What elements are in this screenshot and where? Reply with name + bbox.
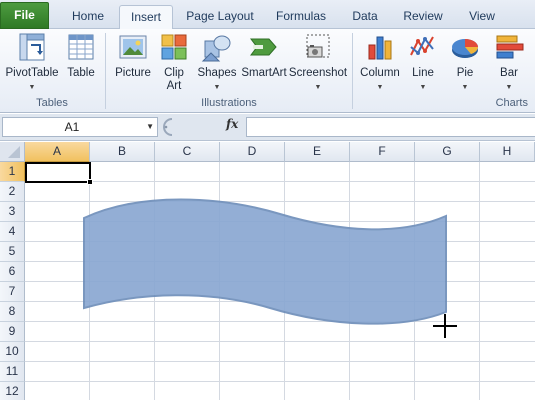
crosshair-cursor-icon <box>433 314 457 338</box>
shapes-label: Shapes <box>197 67 237 79</box>
column-header-e[interactable]: E <box>285 142 350 162</box>
bar-dropdown-icon: ▼ <box>505 84 513 91</box>
row-header-4[interactable]: 4 <box>0 222 25 242</box>
pie-dropdown-icon: ▼ <box>461 84 469 91</box>
tab-insert[interactable]: Insert <box>119 5 173 30</box>
table-button[interactable]: Table <box>62 31 100 80</box>
select-all-corner[interactable] <box>0 142 25 162</box>
line-chart-label: Line <box>412 67 434 79</box>
picture-button[interactable]: Picture <box>112 31 154 80</box>
formula-input[interactable] <box>246 117 535 137</box>
row-header-7[interactable]: 7 <box>0 282 25 302</box>
pie-chart-label: Pie <box>456 67 474 79</box>
chevron-down-icon[interactable]: ▼ <box>146 118 154 136</box>
column-header-d[interactable]: D <box>220 142 285 162</box>
row-header-5[interactable]: 5 <box>0 242 25 262</box>
clip-art-label: Clip Art <box>156 67 192 93</box>
line-chart-icon <box>407 31 439 63</box>
row-header-6[interactable]: 6 <box>0 262 25 282</box>
column-chart-button[interactable]: Column ▼ <box>356 31 404 94</box>
pivottable-label: PivotTable <box>5 67 59 79</box>
column-header-f[interactable]: F <box>350 142 415 162</box>
ribbon-insert-panel: PivotTable ▼ Table Tables Picture Clip A… <box>0 29 535 113</box>
bar-chart-button[interactable]: Bar ▼ <box>488 31 530 94</box>
picture-label: Picture <box>115 67 151 79</box>
column-header-c[interactable]: C <box>155 142 220 162</box>
tables-group-label: Tables <box>36 97 68 109</box>
shapes-icon <box>201 31 233 63</box>
active-cell-a1[interactable] <box>25 162 91 183</box>
pie-chart-icon <box>449 31 481 63</box>
smartart-label: SmartArt <box>241 67 287 79</box>
pivottable-dropdown-icon: ▼ <box>28 84 36 91</box>
shapes-dropdown-icon: ▼ <box>213 84 221 91</box>
bar-chart-icon <box>493 31 525 63</box>
column-chart-label: Column <box>360 67 400 79</box>
column-header-h[interactable]: H <box>480 142 535 162</box>
screenshot-icon <box>302 31 334 63</box>
tab-formulas[interactable]: Formulas <box>268 5 334 29</box>
tab-view[interactable]: View <box>458 5 506 29</box>
charts-group-label: Charts <box>495 97 528 109</box>
column-header-b[interactable]: B <box>90 142 155 162</box>
row-header-8[interactable]: 8 <box>0 302 25 322</box>
screenshot-label: Screenshot <box>288 67 348 79</box>
clip-art-label-line1: Clip <box>164 67 184 79</box>
shapes-button[interactable]: Shapes ▼ <box>196 31 238 94</box>
name-box-value: A1 <box>64 120 80 134</box>
pie-chart-button[interactable]: Pie ▼ <box>444 31 486 94</box>
column-header-g[interactable]: G <box>415 142 480 162</box>
tab-file[interactable]: File <box>0 2 49 29</box>
tab-review[interactable]: Review <box>394 5 452 29</box>
insert-function-button[interactable]: fx <box>226 117 238 131</box>
column-chart-icon <box>364 31 396 63</box>
ribbon-tab-bar: File Home Insert Page Layout Formulas Da… <box>0 0 535 30</box>
wave-shape[interactable] <box>80 196 452 330</box>
row-header-3[interactable]: 3 <box>0 202 25 222</box>
row-header-2[interactable]: 2 <box>0 182 25 202</box>
column-header-a[interactable]: A <box>25 142 90 162</box>
fill-handle[interactable] <box>87 179 93 185</box>
row-header-9[interactable]: 9 <box>0 322 25 342</box>
pivottable-button[interactable]: PivotTable ▼ <box>2 31 62 94</box>
row-header-10[interactable]: 10 <box>0 342 25 362</box>
name-box[interactable]: A1 ▼ <box>2 117 158 137</box>
group-separator <box>352 33 353 109</box>
line-dropdown-icon: ▼ <box>419 84 427 91</box>
clip-art-label-line2: Art <box>166 80 182 92</box>
table-icon <box>65 31 97 63</box>
tab-home[interactable]: Home <box>60 5 116 29</box>
screenshot-dropdown-icon: ▼ <box>314 84 322 91</box>
picture-icon <box>117 31 149 63</box>
tab-data[interactable]: Data <box>342 5 388 29</box>
illustrations-group-label: Illustrations <box>201 97 257 109</box>
smartart-icon <box>248 31 280 63</box>
row-header-1[interactable]: 1 <box>0 162 25 182</box>
tab-page-layout[interactable]: Page Layout <box>178 5 262 29</box>
table-label: Table <box>67 67 95 79</box>
row-header-12[interactable]: 12 <box>0 382 25 400</box>
row-header-11[interactable]: 11 <box>0 362 25 382</box>
bar-chart-label: Bar <box>500 67 518 79</box>
pivottable-icon <box>16 31 48 63</box>
column-dropdown-icon: ▼ <box>376 84 384 91</box>
screenshot-button[interactable]: Screenshot ▼ <box>288 31 348 94</box>
smartart-button[interactable]: SmartArt <box>240 31 288 80</box>
clip-art-button[interactable]: Clip Art <box>156 31 192 93</box>
formula-bar: A1 ▼ fx <box>0 114 535 141</box>
clip-art-icon <box>158 31 190 63</box>
line-chart-button[interactable]: Line ▼ <box>404 31 442 94</box>
